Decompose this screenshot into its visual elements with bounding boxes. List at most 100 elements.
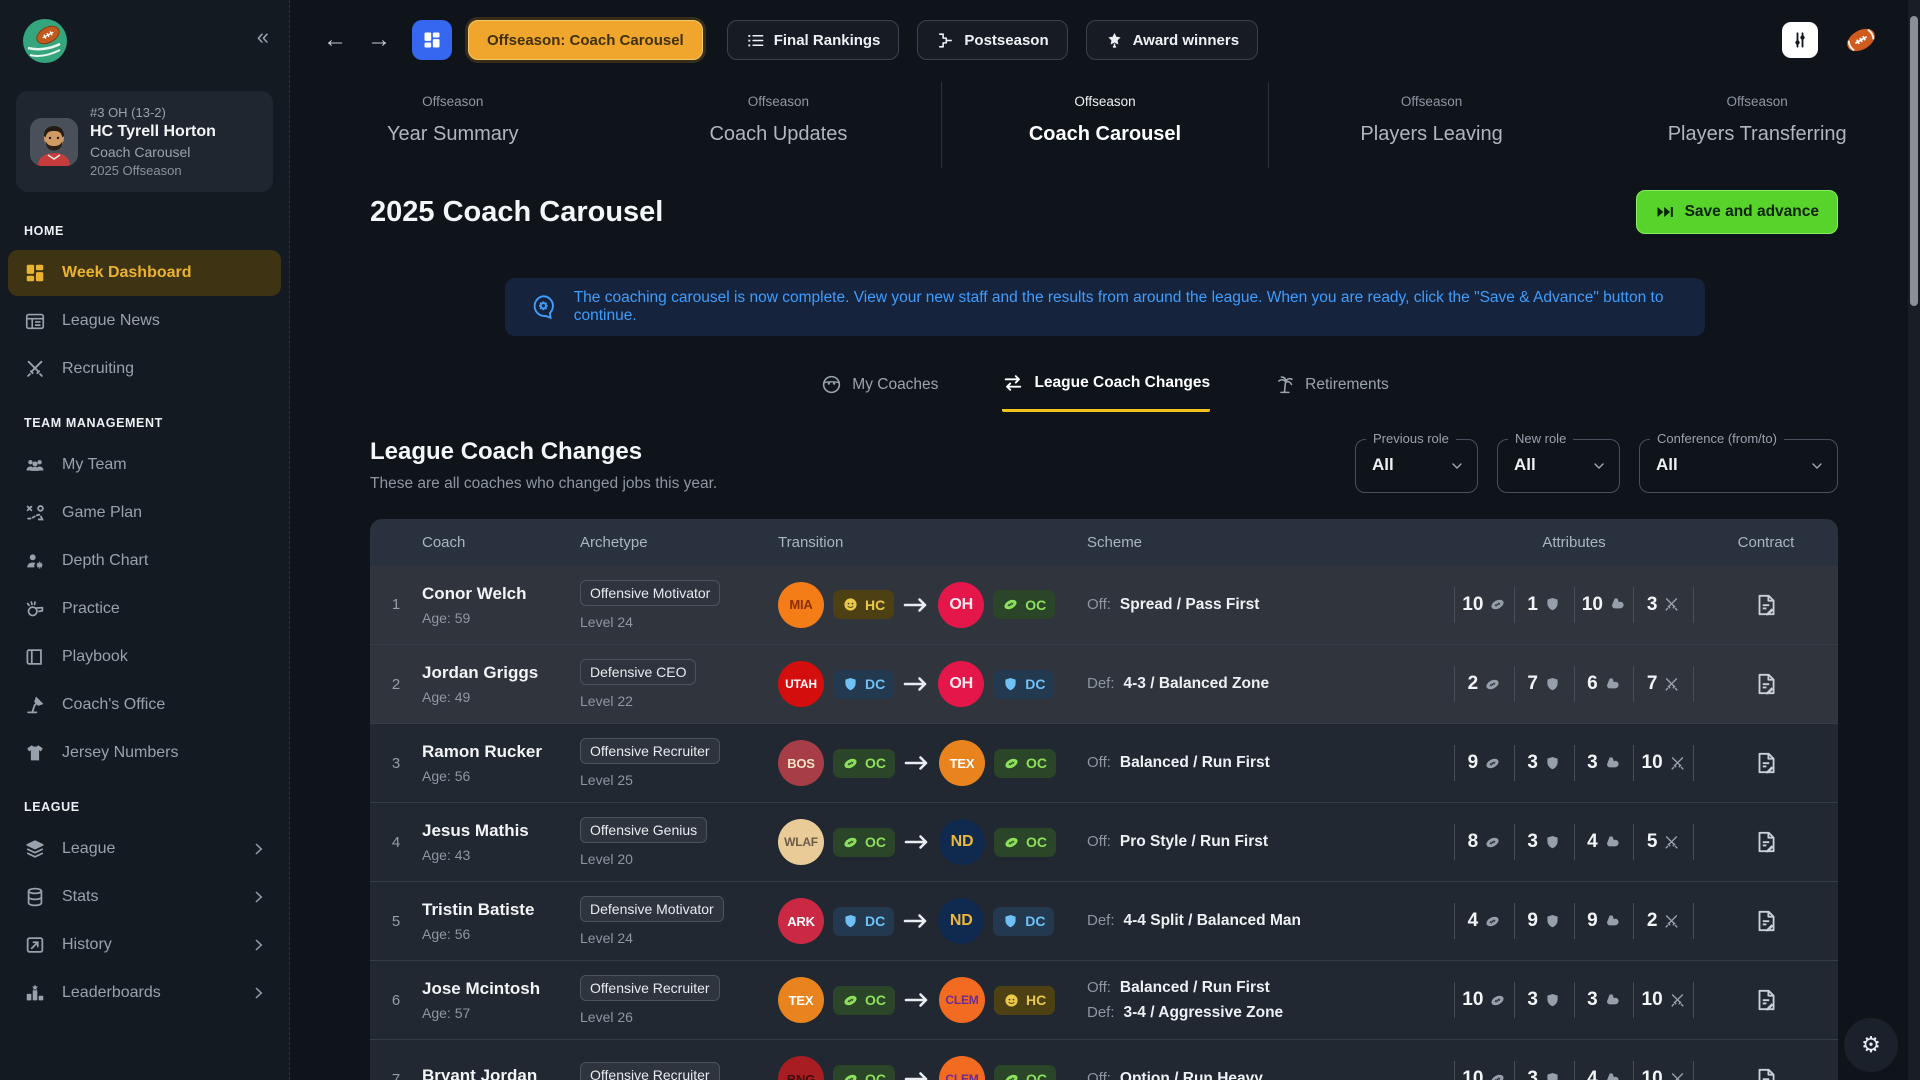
sidebar-item-league[interactable]: League [8,826,281,872]
sidebar-item-game-plan[interactable]: Game Plan [8,490,281,536]
team-logo-utah: UTAH [778,661,824,707]
bicep-icon [1604,992,1621,1009]
sidebar-item-stats[interactable]: Stats [8,874,281,920]
sidebar-item-league-news[interactable]: League News [8,298,281,344]
role-badge-oc: OC [833,986,895,1015]
table-row: 2 Jordan Griggs Age: 49 Defensive CEO Le… [370,644,1838,723]
book-icon [24,646,46,668]
sidebar-item-label: Depth Chart [62,552,148,570]
archetype-badge: Offensive Motivator [580,580,720,606]
database-icon [24,886,46,908]
stepper-eyebrow: Offseason [290,94,616,109]
bicep-icon [1604,834,1621,851]
sidebar-item-leaderboards[interactable]: Leaderboards [8,970,281,1016]
page-scrollbar-thumb[interactable] [1910,16,1918,306]
grid-icon [24,262,46,284]
sidebar-item-depth-chart[interactable]: Depth Chart [8,538,281,584]
contract-icon [1753,750,1779,776]
tab-retirements[interactable]: Retirements [1274,372,1389,412]
app-logo [0,16,289,83]
sidebar-item-history[interactable]: History [8,922,281,968]
main-content: ← → Offseason: Coach Carousel Final Rank… [290,0,1920,1080]
tab-league-coach-changes[interactable]: League Coach Changes [1002,372,1210,412]
sidebar-collapse-button[interactable]: « [257,26,269,48]
row-number: 2 [370,676,422,693]
coach-name: Ramon Rucker [422,742,580,762]
contract-button[interactable] [1694,1066,1838,1080]
stepper-item-coach-carousel[interactable]: Offseason Coach Carousel [941,82,1268,168]
team-logo-wlaf: WLAF [778,819,824,865]
info-banner: The coaching carousel is now complete. V… [505,278,1705,336]
stepper-item-players-transferring[interactable]: Offseason Players Transferring [1594,82,1920,168]
row-number: 4 [370,834,422,851]
team-logo-bos: BOS [778,740,824,786]
chevron-down-icon [1591,458,1607,474]
table-row: 4 Jesus Mathis Age: 43 Offensive Genius … [370,802,1838,881]
offseason-stage-button[interactable]: Offseason: Coach Carousel [468,20,703,60]
sidebar-item-label: Coach's Office [62,696,165,714]
previous-role-filter[interactable]: Previous role All [1355,439,1478,493]
shield-icon [1544,755,1561,772]
stepper-eyebrow: Offseason [1269,94,1595,109]
stepper-item-coach-updates[interactable]: Offseason Coach Updates [616,82,942,168]
coach-level: Level 25 [580,772,778,788]
crossed-swords-icon [1663,913,1680,930]
chevron-right-icon [250,985,267,1002]
final-rankings-button[interactable]: Final Rankings [727,20,900,60]
table-row: 5 Tristin Batiste Age: 56 Defensive Moti… [370,881,1838,960]
transfer-arrows-icon [1002,372,1024,394]
topbar: ← → Offseason: Coach Carousel Final Rank… [290,0,1920,74]
sidebar-item-practice[interactable]: Practice [8,586,281,632]
coach-changes-table: Coach Archetype Transition Scheme Attrib… [370,519,1838,1080]
history-icon [24,934,46,956]
podium-icon [24,982,46,1004]
sidebar-section-label: HOME [0,202,289,248]
stepper-eyebrow: Offseason [1594,94,1920,109]
swords-icon [24,358,46,380]
contract-button[interactable] [1694,908,1838,934]
team-logo-nd: ND [938,898,984,944]
sidebar-item-recruiting[interactable]: Recruiting [8,346,281,392]
scheme-cell: Off:Balanced / Run First [1087,754,1454,772]
section-title: League Coach Changes [370,438,717,466]
stepper-item-players-leaving[interactable]: Offseason Players Leaving [1268,82,1595,168]
scheme-cell: Off:Spread / Pass First [1087,596,1454,614]
tab-my-coaches[interactable]: My Coaches [821,372,938,412]
shield-icon [842,913,859,930]
crossed-swords-icon [1663,596,1680,613]
coach-name: Tristin Batiste [422,900,580,920]
contract-button[interactable] [1694,592,1838,618]
coach-name: HC Tyrell Horton [90,123,216,141]
forward-arrow-button[interactable]: → [362,26,396,54]
crossed-swords-icon [1669,755,1686,772]
book-icon [24,646,46,668]
role-badge-hc: HC [994,986,1055,1015]
archetype-badge: Defensive CEO [580,659,696,685]
contract-icon [1753,592,1779,618]
new-role-filter[interactable]: New role All [1497,439,1620,493]
team-icon [24,454,46,476]
transition-cell: UTAHDCOHDC [778,661,1087,707]
football-icon [1489,596,1506,613]
save-and-advance-button[interactable]: Save and advance [1636,190,1838,234]
conference-filter[interactable]: Conference (from/to) All [1639,439,1838,493]
shield-icon [1544,1071,1561,1080]
back-arrow-button[interactable]: ← [318,26,352,54]
contract-button[interactable] [1694,750,1838,776]
award-winners-button[interactable]: Award winners [1086,20,1258,60]
postseason-button[interactable]: Postseason [917,20,1067,60]
contract-button[interactable] [1694,829,1838,855]
sidebar-item-playbook[interactable]: Playbook [8,634,281,680]
team-logo-tex: TEX [778,977,824,1023]
sidebar-item-my-team[interactable]: My Team [8,442,281,488]
dashboard-grid-button[interactable] [412,20,452,60]
settings-gear-button[interactable]: ⚙ [1844,1018,1898,1072]
sidebar-item-week-dashboard[interactable]: Week Dashboard [8,250,281,296]
contract-button[interactable] [1694,671,1838,697]
sidebar-item-coach-s-office[interactable]: Coach's Office [8,682,281,728]
sidebar-item-jersey-numbers[interactable]: Jersey Numbers [8,730,281,776]
crossed-swords-icon [24,358,46,380]
contract-button[interactable] [1694,987,1838,1013]
stepper-item-year-summary[interactable]: Offseason Year Summary [290,82,616,168]
display-settings-button[interactable] [1782,22,1818,58]
